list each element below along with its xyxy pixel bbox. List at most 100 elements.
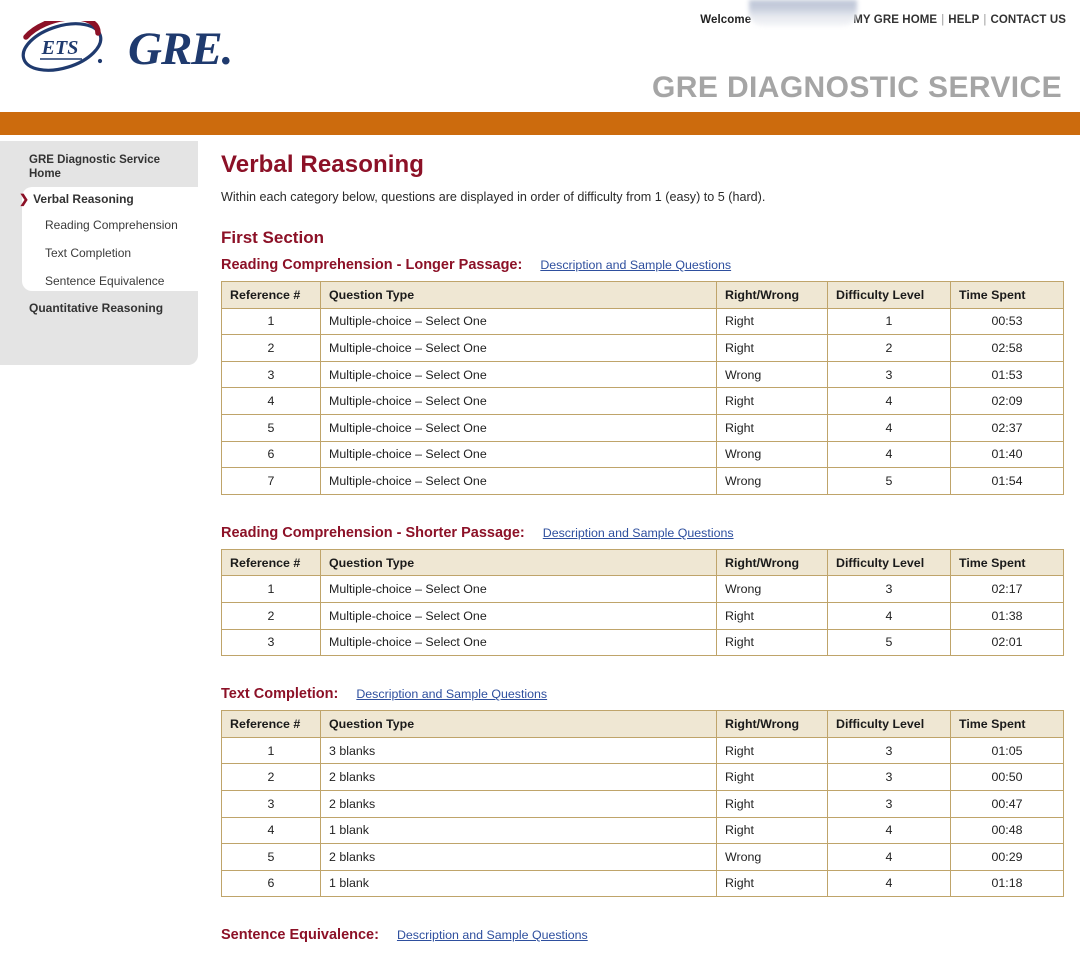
sidebar-item-sentence-equivalence[interactable]: Sentence Equivalence xyxy=(45,274,164,288)
cell-ref: 3 xyxy=(221,628,321,657)
cell-time: 01:53 xyxy=(950,360,1064,389)
cell-type: Multiple-choice – Select One xyxy=(320,467,717,495)
group-heading-label: Reading Comprehension - Shorter Passage: xyxy=(221,524,525,541)
group-header: Text Completion: Description and Sample Q… xyxy=(221,684,1066,704)
brand-logo[interactable]: ETS GRE. xyxy=(16,20,233,75)
column-header-diff: Difficulty Level xyxy=(827,281,951,309)
cell-ref: 3 xyxy=(221,789,321,818)
cell-type: 2 blanks xyxy=(320,843,717,871)
column-header-time: Time Spent xyxy=(950,710,1064,738)
sidebar-item-verbal-reasoning-label: Verbal Reasoning xyxy=(33,192,134,206)
table-row: 3 Multiple-choice – Select One Wrong 3 01:53 xyxy=(221,360,1064,389)
username-redacted-block xyxy=(749,0,858,26)
nav-link-contact-us[interactable]: CONTACT US xyxy=(990,14,1066,26)
result-groups: Reading Comprehension - Longer Passage: D… xyxy=(221,255,1066,953)
table-row: 1 Multiple-choice – Select One Right 1 00:53 xyxy=(221,307,1064,336)
utility-nav: Welcome MY GRE HOME | HELP | CONTACT US xyxy=(700,0,1066,26)
banner-title: GRE DIAGNOSTIC SERVICE xyxy=(652,71,1062,104)
cell-diff: 4 xyxy=(827,869,951,898)
table-header-row: Reference # Question Type Right/Wrong Diffi… xyxy=(221,281,1064,309)
column-header-time: Time Spent xyxy=(950,548,1064,577)
ets-logo-icon: ETS xyxy=(16,21,112,73)
column-header-ref: Reference # xyxy=(221,710,321,738)
cell-rw: Right xyxy=(716,789,828,818)
sidebar-item-verbal-reasoning[interactable]: ❯ Verbal Reasoning xyxy=(19,192,134,206)
cell-rw: Right xyxy=(716,307,828,336)
cell-ref: 2 xyxy=(221,763,321,791)
cell-diff: 3 xyxy=(827,575,951,603)
sidebar-item-quantitative-reasoning[interactable]: Quantitative Reasoning xyxy=(29,301,163,315)
cell-type: 3 blanks xyxy=(320,736,717,765)
cell-rw: Right xyxy=(716,763,828,791)
group-header: Reading Comprehension - Shorter Passage:… xyxy=(221,523,1066,543)
table-row: 6 Multiple-choice – Select One Wrong 4 01:40 xyxy=(221,440,1064,469)
cell-type: Multiple-choice – Select One xyxy=(320,413,717,442)
description-and-sample-questions-link[interactable]: Description and Sample Questions xyxy=(543,526,734,540)
cell-time: 02:09 xyxy=(950,387,1064,415)
table-row: 7 Multiple-choice – Select One Wrong 5 01:54 xyxy=(221,467,1064,495)
column-header-rw: Right/Wrong xyxy=(716,548,828,577)
table-row: 32 blanks Right 3 00:47 xyxy=(221,789,1064,818)
cell-diff: 4 xyxy=(827,843,951,871)
cell-type: Multiple-choice – Select One xyxy=(320,601,717,630)
results-table: Reference # Question Type Right/Wrong Diffi… xyxy=(221,281,1064,495)
table-row: 41 blank Right 4 00:48 xyxy=(221,816,1064,845)
column-header-rw: Right/Wrong xyxy=(716,281,828,309)
results-table: Reference # Question Type Right/Wrong Diffi… xyxy=(221,710,1064,898)
table-header-row: Reference # Question Type Right/Wrong Diffi… xyxy=(221,710,1064,738)
sidebar-item-home[interactable]: GRE Diagnostic Service Home xyxy=(29,154,179,181)
table-row: 52 blanks Wrong 4 00:29 xyxy=(221,843,1064,871)
column-header-diff: Difficulty Level xyxy=(827,710,951,738)
cell-time: 01:38 xyxy=(950,601,1064,630)
cell-rw: Wrong xyxy=(716,467,828,495)
cell-time: 02:17 xyxy=(950,575,1064,603)
accent-bar xyxy=(0,112,1080,135)
cell-time: 00:53 xyxy=(950,307,1064,336)
nav-link-help[interactable]: HELP xyxy=(948,14,979,26)
table-row: 13 blanks Right 3 01:05 xyxy=(221,736,1064,765)
gre-wordmark-text: GRE xyxy=(128,22,223,75)
nav-link-my-gre-home[interactable]: MY GRE HOME xyxy=(853,14,937,26)
sidebar-item-reading-comprehension[interactable]: Reading Comprehension xyxy=(45,218,178,232)
cell-time: 00:50 xyxy=(950,763,1064,791)
cell-diff: 5 xyxy=(827,628,951,657)
group-heading-label: Sentence Equivalence: xyxy=(221,927,379,944)
cell-rw: Right xyxy=(716,601,828,630)
table-row: 61 blank Right 4 01:18 xyxy=(221,869,1064,898)
cell-rw: Right xyxy=(716,334,828,362)
description-and-sample-questions-link[interactable]: Description and Sample Questions xyxy=(397,928,588,942)
cell-type: Multiple-choice – Select One xyxy=(320,360,717,389)
cell-time: 02:01 xyxy=(950,628,1064,657)
table-row: 2 Multiple-choice – Select One Right 2 02:58 xyxy=(221,334,1064,362)
cell-rw: Wrong xyxy=(716,360,828,389)
description-and-sample-questions-link[interactable]: Description and Sample Questions xyxy=(540,258,731,272)
table-row: 4 Multiple-choice – Select One Right 4 02:09 xyxy=(221,387,1064,415)
cell-ref: 1 xyxy=(221,307,321,336)
cell-time: 00:29 xyxy=(950,843,1064,871)
cell-diff: 4 xyxy=(827,816,951,845)
sidebar-item-text-completion[interactable]: Text Completion xyxy=(45,246,131,260)
svg-text:ETS: ETS xyxy=(41,37,79,59)
column-header-rw: Right/Wrong xyxy=(716,710,828,738)
description-and-sample-questions-link[interactable]: Description and Sample Questions xyxy=(356,687,547,701)
column-header-type: Question Type xyxy=(320,548,717,577)
cell-diff: 1 xyxy=(827,307,951,336)
cell-diff: 2 xyxy=(827,334,951,362)
column-header-ref: Reference # xyxy=(221,548,321,577)
cell-diff: 3 xyxy=(827,736,951,765)
welcome-text: Welcome xyxy=(700,14,752,26)
cell-ref: 7 xyxy=(221,467,321,495)
cell-rw: Wrong xyxy=(716,440,828,469)
cell-rw: Right xyxy=(716,387,828,415)
cell-type: 2 blanks xyxy=(320,763,717,791)
cell-diff: 3 xyxy=(827,763,951,791)
results-table: Reference # Question Type Right/Wrong Diffi… xyxy=(221,548,1064,657)
cell-ref: 6 xyxy=(221,869,321,898)
cell-ref: 4 xyxy=(221,387,321,415)
main-content: Verbal Reasoning Within each category be… xyxy=(221,150,1066,953)
cell-type: Multiple-choice – Select One xyxy=(320,575,717,603)
table-row: 22 blanks Right 3 00:50 xyxy=(221,763,1064,791)
